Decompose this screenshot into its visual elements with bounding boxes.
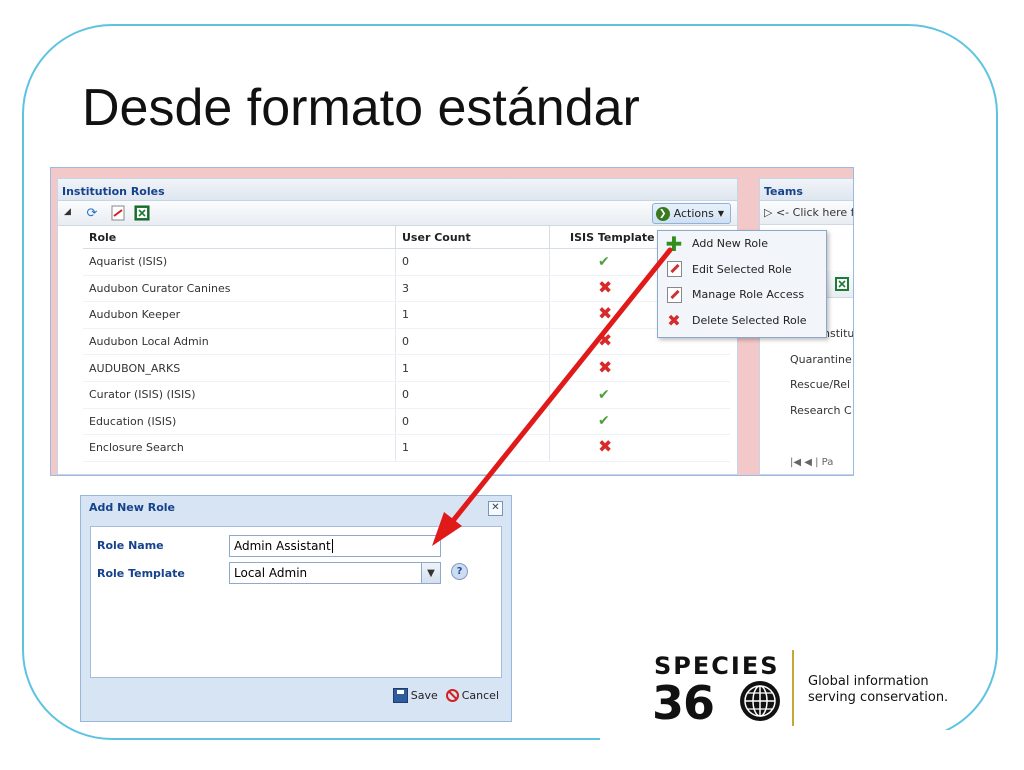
species360-logo: SPECIES 36 Global information serving co… — [652, 650, 972, 730]
globe-icon — [740, 681, 780, 721]
logo-divider — [792, 650, 794, 726]
logo-tagline: Global information serving conservation. — [808, 674, 949, 705]
logo-360-text: 36 — [652, 676, 715, 730]
